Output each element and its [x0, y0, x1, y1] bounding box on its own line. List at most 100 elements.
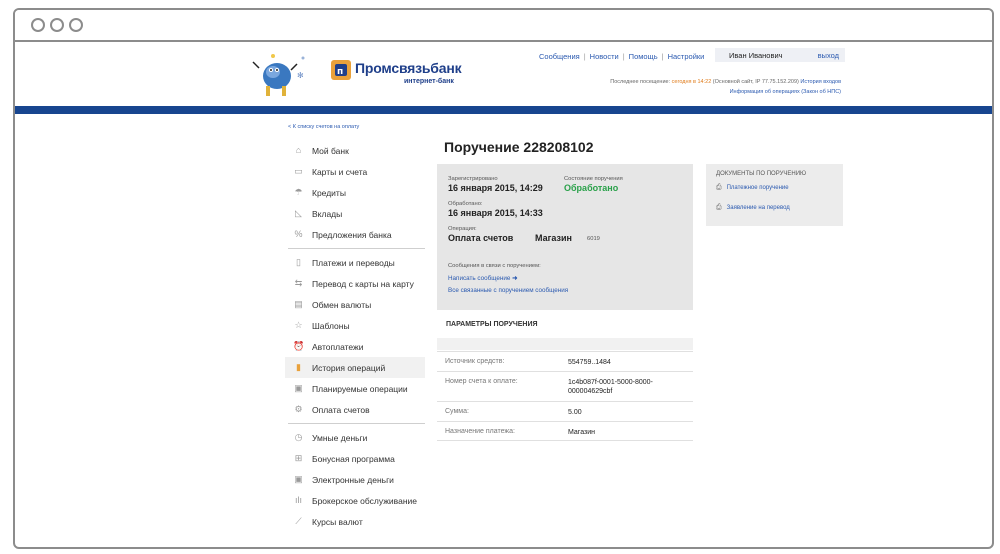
- clock-icon: ◷: [294, 432, 303, 442]
- sidebar-item-label: Карты и счета: [312, 166, 368, 177]
- write-message-link[interactable]: Написать сообщение ➜: [448, 275, 517, 282]
- user-name[interactable]: Иван Иванович: [729, 51, 783, 60]
- sidebar-item-label: Автоплатежи: [312, 341, 364, 352]
- param-key: Источник средств:: [445, 358, 505, 365]
- operations-info-link[interactable]: Информация об операциях (Закон об НПС): [730, 89, 841, 95]
- status-badge: Обработано: [564, 183, 619, 193]
- params-table: Источник средств: 554759..1484 Номер сче…: [437, 351, 693, 441]
- param-value: 1c4b087f-0001-5000-8000-000004629cbf: [568, 379, 653, 395]
- sidebar-item-history[interactable]: ▮ История операций: [285, 357, 425, 378]
- bars-icon: ılı: [294, 495, 302, 505]
- processed-value: 16 января 2015, 14:33: [448, 208, 543, 218]
- last-visit-today: сегодня в 14:22: [671, 79, 712, 85]
- merchant-name: Магазин: [535, 233, 572, 243]
- sidebar-item-deposits[interactable]: ◺ Вклады: [285, 203, 425, 224]
- sidebar-item-label: Платежи и переводы: [312, 257, 395, 268]
- document-link-transfer-request[interactable]: ⎙ Заявление на перевод: [716, 204, 790, 212]
- percent-icon: %: [294, 229, 303, 239]
- nav-settings[interactable]: Настройки: [668, 52, 705, 61]
- nav-separator: |: [622, 52, 625, 61]
- gift-icon: ⊞: [294, 453, 303, 463]
- sidebar-item-label: Перевод с карты на карту: [312, 278, 414, 289]
- sidebar-item-payments[interactable]: ▯ Платежи и переводы: [285, 252, 425, 273]
- chart-icon: ◺: [295, 208, 302, 218]
- sidebar-item-cards[interactable]: ▭ Карты и счета: [285, 161, 425, 182]
- document-label: Платежное поручение: [726, 185, 789, 191]
- svg-text:п: п: [337, 67, 343, 77]
- operation-value: Оплата счетов: [448, 233, 514, 243]
- trend-icon: ⟋: [295, 516, 302, 526]
- registered-label: Зарегистрировано: [448, 176, 498, 182]
- bank-subtitle: интернет-банк: [404, 78, 454, 85]
- printer-icon: ⎙: [716, 184, 722, 191]
- printer-icon: ⎙: [716, 204, 722, 211]
- sidebar-item-offers[interactable]: % Предложения банка: [285, 224, 425, 245]
- sidebar-item-exchange[interactable]: ▤ Обмен валюты: [285, 294, 425, 315]
- nav-help[interactable]: Помощь: [629, 52, 658, 61]
- sidebar-item-label: Кредиты: [312, 187, 346, 198]
- window-titlebar: [15, 10, 992, 42]
- sidebar-item-rates[interactable]: ⟋ Курсы валют: [285, 511, 425, 532]
- sidebar-item-credits[interactable]: ☂ Кредиты: [285, 182, 425, 203]
- bank-header: ✻ п Промсвязьбанк интернет-банк Сообщени…: [15, 42, 992, 106]
- bank-name[interactable]: Промсвязьбанк: [355, 60, 462, 76]
- document-icon: ▯: [296, 257, 301, 267]
- sidebar-item-emoney[interactable]: ▣ Электронные деньги: [285, 469, 425, 490]
- table-row: Номер счета к оплате: 1c4b087f-0001-5000…: [437, 371, 693, 401]
- window-control-dot[interactable]: [69, 18, 83, 32]
- sidebar-item-planned[interactable]: ▣ Планируемые операции: [285, 378, 425, 399]
- messages-label: Сообщения в связи с поручением:: [448, 263, 541, 269]
- table-row: Сумма: 5.00: [437, 401, 693, 421]
- nav-separator: |: [661, 52, 664, 61]
- param-value: 554759..1484: [568, 359, 611, 366]
- nav-news[interactable]: Новости: [590, 52, 619, 61]
- document-link-payment-order[interactable]: ⎙ Платежное поручение: [716, 184, 789, 192]
- bank-logo-icon[interactable]: п: [331, 60, 351, 80]
- logout-link[interactable]: выход: [818, 51, 839, 60]
- sidebar-item-brokerage[interactable]: ılı Брокерское обслуживание: [285, 490, 425, 511]
- order-info-panel: Зарегистрировано 16 января 2015, 14:29 С…: [437, 164, 693, 310]
- sidebar-item-card-transfer[interactable]: ⇆ Перевод с карты на карту: [285, 273, 425, 294]
- star-icon: ☆: [294, 320, 303, 330]
- param-key: Назначение платежа:: [445, 428, 515, 435]
- processed-label: Обработано:: [448, 201, 483, 207]
- sidebar-item-label: Вклады: [312, 208, 343, 219]
- window-control-dot[interactable]: [50, 18, 64, 32]
- merchant-code: 6019: [587, 236, 600, 242]
- nav-messages[interactable]: Сообщения: [539, 52, 580, 61]
- window-control-dot[interactable]: [31, 18, 45, 32]
- sidebar-item-templates[interactable]: ☆ Шаблоны: [285, 315, 425, 336]
- sidebar-item-bills[interactable]: ⚙ Оплата счетов: [285, 399, 425, 420]
- sidebar: ⌂ Мой банк ▭ Карты и счета ☂ Кредиты ◺ Вклад…: [285, 140, 425, 532]
- home-icon: ⌂: [295, 145, 302, 155]
- documents-panel: ДОКУМЕНТЫ ПО ПОРУЧЕНИЮ ⎙ Платежное поруче…: [706, 164, 843, 226]
- sidebar-divider: [288, 423, 425, 424]
- back-to-bills-link[interactable]: < К списку счетов на оплату: [288, 124, 359, 130]
- sidebar-divider: [288, 248, 425, 249]
- table-row: Источник средств: 554759..1484: [437, 351, 693, 371]
- operation-label: Операция:: [448, 226, 477, 232]
- registered-value: 16 января 2015, 14:29: [448, 183, 543, 193]
- sidebar-item-autopayments[interactable]: ⏰ Автоплатежи: [285, 336, 425, 357]
- sidebar-item-my-bank[interactable]: ⌂ Мой банк: [285, 140, 425, 161]
- all-messages-link[interactable]: Все связанные с поручением сообщения: [448, 287, 568, 294]
- svg-text:✻: ✻: [297, 71, 304, 80]
- sidebar-item-label: Электронные деньги: [312, 474, 394, 485]
- login-history-link[interactable]: История входов: [800, 79, 841, 85]
- sidebar-item-smart-money[interactable]: ◷ Умные деньги: [285, 427, 425, 448]
- header-divider-bar: [15, 106, 992, 114]
- wallet-icon: ▣: [294, 474, 303, 484]
- sidebar-item-label: Мой банк: [312, 145, 349, 156]
- card-icon: ▭: [294, 166, 303, 176]
- mascot-icon: ✻: [252, 54, 305, 96]
- user-box: Иван Иванович выход: [715, 48, 845, 62]
- umbrella-icon: ☂: [294, 187, 303, 197]
- sidebar-item-label: История операций: [312, 362, 386, 373]
- calendar-icon: ▣: [294, 383, 303, 393]
- browser-window: ✻ п Промсвязьбанк интернет-банк Сообщени…: [13, 8, 994, 549]
- param-key: Сумма:: [445, 408, 469, 415]
- last-visit-prefix: Последнее посещение:: [610, 79, 671, 85]
- sidebar-item-bonus[interactable]: ⊞ Бонусная программа: [285, 448, 425, 469]
- write-message-label: Написать сообщение: [448, 275, 511, 282]
- sidebar-item-label: Планируемые операции: [312, 383, 408, 394]
